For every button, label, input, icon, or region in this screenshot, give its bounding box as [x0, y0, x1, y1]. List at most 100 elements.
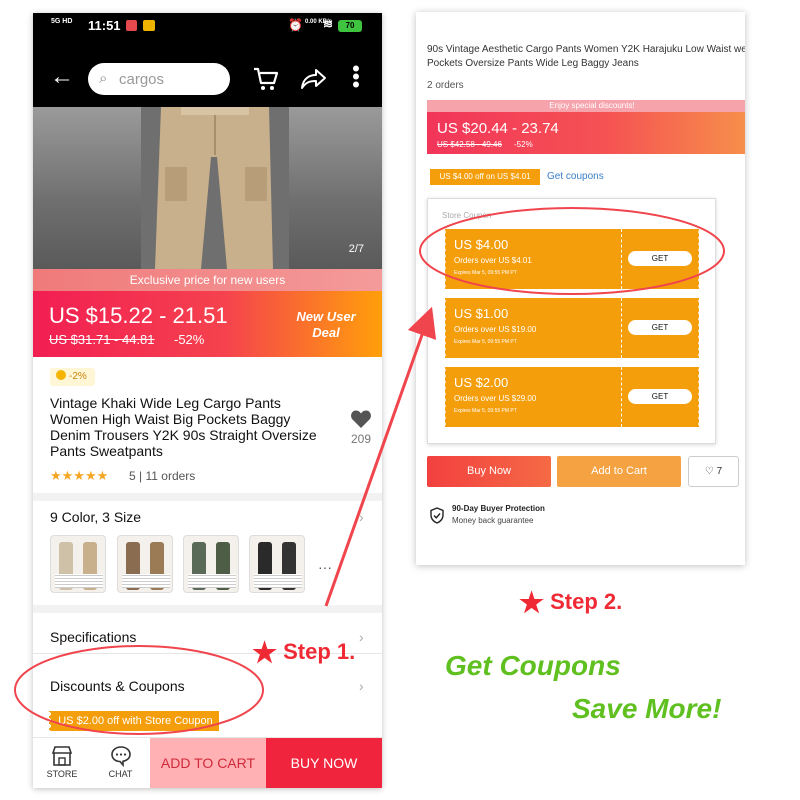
status-bar: 5G HD 11:51 ⏰ 0.00 KB/s ≋ 70 [33, 13, 382, 39]
battery-indicator: 70 [338, 20, 362, 32]
price-banner: US $15.22 - 21.51 US $31.71 - 44.81 -52%… [33, 291, 382, 357]
variant-thumbnail[interactable] [183, 535, 239, 593]
chat-icon [110, 746, 131, 767]
rating-summary: 5 | 11 orders [129, 469, 196, 483]
buy-now-button[interactable]: BUY NOW [266, 738, 382, 788]
wishlist-count: 209 [351, 432, 372, 446]
panel-price-banner: Enjoy special discounts! US $20.44 - 23.… [427, 100, 745, 154]
slogan-get-coupons: Get Coupons [445, 650, 621, 681]
coupon-expiry: Expires Mar 5, 09:55 PM PT [454, 270, 517, 276]
star-icon: ★ [519, 587, 545, 618]
chevron-right-icon[interactable]: › [359, 509, 364, 525]
get-coupon-button[interactable]: GET [628, 389, 692, 404]
panel-wish-count: 7 [716, 466, 723, 477]
wifi-icon: ≋ [323, 17, 334, 31]
coupon-condition: Orders over US $19.00 [454, 325, 537, 334]
more-options-icon[interactable]: • • • [351, 58, 361, 96]
step-2-text: Step 2. [550, 589, 623, 614]
variant-thumbnail[interactable] [117, 535, 173, 593]
buyer-protection-title: 90-Day Buyer Protection [452, 504, 545, 513]
panel-original-price: US $42.58 - 49.46 [437, 140, 502, 149]
step-1-text: Step 1. [283, 639, 356, 664]
section-divider [33, 605, 382, 613]
exclusive-price-banner: Exclusive price for new users [33, 269, 382, 291]
shield-check-icon [430, 507, 444, 524]
get-coupon-button[interactable]: GET [628, 320, 692, 335]
original-price: US $31.71 - 44.81 [49, 332, 155, 347]
special-discounts-strip: Enjoy special discounts! [427, 100, 745, 112]
panel-discount: -52% [514, 140, 533, 149]
panel-orders: 2 orders [427, 80, 464, 91]
orders-count: 11 orders [145, 469, 196, 483]
panel-wishlist-button[interactable]: ♡ 7 [688, 456, 739, 487]
panel-add-to-cart-button[interactable]: Add to Cart [557, 456, 681, 487]
back-arrow-icon[interactable]: ← [50, 65, 74, 89]
variant-thumbnail[interactable] [249, 535, 305, 593]
store-label: STORE [46, 769, 78, 779]
get-coupons-link[interactable]: Get coupons [547, 171, 604, 182]
store-icon [51, 746, 73, 766]
variant-thumbnail[interactable] [50, 535, 106, 593]
share-icon[interactable] [299, 67, 327, 91]
rating-value: 5 [129, 469, 136, 483]
product-image[interactable]: 2/7 [33, 107, 382, 269]
cargo-pants-photo [141, 107, 289, 269]
signal-indicator: 5G HD [51, 18, 73, 25]
step-1-label: ★ Step 1. [252, 636, 355, 669]
step-2-label: ★ Step 2. [519, 586, 622, 619]
panel-product-title: 90s Vintage Aesthetic Cargo Pants Women … [427, 44, 745, 69]
star-icon: ★ [252, 637, 278, 668]
panel-coupon-tag[interactable]: US $4.00 off on US $4.01 [430, 169, 540, 185]
panel-price-range: US $20.44 - 23.74 [437, 120, 559, 137]
coupon-card: US $1.00 Orders over US $19.00 Expires M… [444, 298, 700, 358]
search-placeholder: cargos [119, 71, 165, 88]
panel-buy-now-button[interactable]: Buy Now [427, 456, 551, 487]
coupon-amount: US $1.00 [454, 306, 509, 321]
chat-button[interactable]: CHAT [91, 738, 150, 788]
store-coupon-popup: Store Coupon US $4.00 Orders over US $4.… [427, 198, 716, 444]
image-counter: 2/7 [348, 243, 364, 255]
slogan-save-more: Save More! [572, 693, 722, 724]
coupon-amount: US $2.00 [454, 375, 509, 390]
money-back-text: Money back guarantee [452, 516, 534, 525]
discounts-coupons-row[interactable]: Discounts & Coupons [50, 678, 185, 694]
coupon-amount: US $4.00 [454, 237, 509, 252]
specifications-row[interactable]: Specifications [50, 629, 136, 645]
bottom-action-bar: STORE CHAT ADD TO CART BUY NOW [33, 737, 382, 788]
section-divider [33, 493, 382, 501]
store-coupon-header: Store Coupon [442, 211, 492, 220]
coupon-card: US $4.00 Orders over US $4.01 Expires Ma… [444, 229, 700, 289]
top-nav-bar: ← ⌕ cargos • • • [33, 39, 382, 107]
store-button[interactable]: STORE [33, 738, 91, 788]
new-user-deal-label: New User Deal [296, 309, 356, 340]
coupon-expiry: Expires Mar 5, 09:55 PM PT [454, 339, 517, 345]
phone-screenshot: 5G HD 11:51 ⏰ 0.00 KB/s ≋ 70 ← ⌕ cargos … [33, 13, 382, 788]
heart-outline-icon: ♡ [704, 466, 714, 477]
store-coupon-tag[interactable]: US $2.00 off with Store Coupon [49, 711, 219, 731]
add-to-cart-button[interactable]: ADD TO CART [150, 738, 266, 788]
app-notification-icon-2 [143, 20, 155, 31]
coin-icon [56, 370, 66, 380]
price-range: US $15.22 - 21.51 [49, 303, 228, 328]
coupon-card: US $2.00 Orders over US $29.00 Expires M… [444, 367, 700, 427]
alarm-icon: ⏰ [288, 18, 303, 32]
search-icon: ⌕ [99, 70, 108, 87]
chevron-right-icon[interactable]: › [359, 629, 364, 645]
get-coupon-button[interactable]: GET [628, 251, 692, 266]
star-rating: ★★★★★ [50, 468, 109, 483]
chat-label: CHAT [108, 769, 133, 779]
more-variants-icon[interactable]: ··· [318, 559, 332, 575]
coupon-panel-screenshot: 90s Vintage Aesthetic Cargo Pants Women … [416, 12, 745, 565]
app-notification-icon [126, 20, 137, 31]
coins-discount-badge: -2% [50, 368, 95, 386]
variants-label[interactable]: 9 Color, 3 Size [50, 509, 141, 525]
search-input[interactable]: ⌕ cargos [88, 63, 230, 95]
heart-icon[interactable] [350, 409, 372, 429]
discount-percent: -52% [174, 332, 205, 347]
product-title: Vintage Khaki Wide Leg Cargo Pants Women… [50, 395, 317, 459]
coupon-condition: Orders over US $29.00 [454, 394, 537, 403]
coupon-expiry: Expires Mar 5, 09:55 PM PT [454, 408, 517, 414]
cart-icon[interactable] [252, 66, 280, 92]
chevron-right-icon[interactable]: › [359, 678, 364, 694]
coins-discount-text: -2% [69, 371, 87, 382]
